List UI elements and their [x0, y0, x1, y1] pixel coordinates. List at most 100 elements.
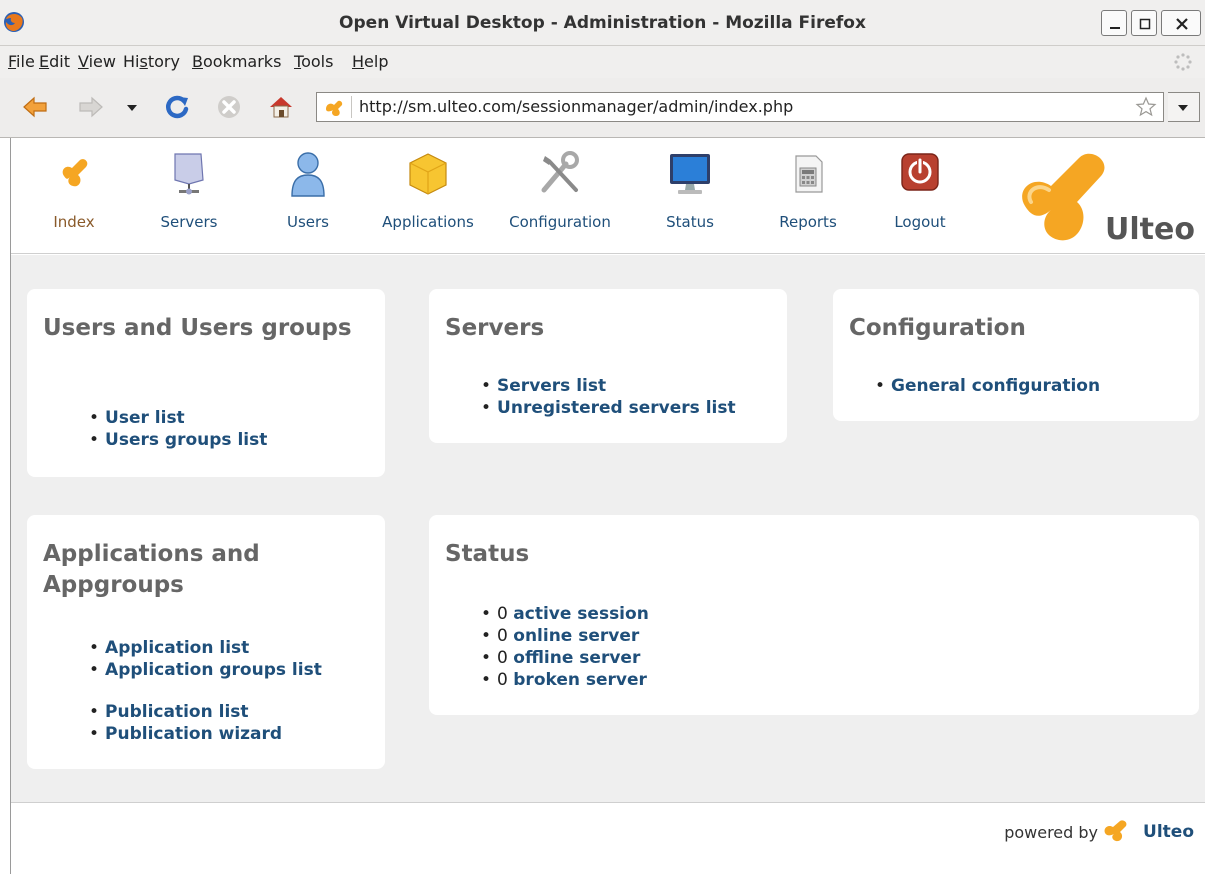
menu-file[interactable]: File [8, 52, 35, 71]
forward-button[interactable] [76, 92, 106, 122]
publication-wizard-link[interactable]: Publication wizard [105, 724, 282, 744]
list-item: • Application groups list [89, 660, 322, 680]
users-icon [291, 152, 325, 197]
list-item: • Unregistered servers list [481, 398, 736, 418]
nav-configuration-label: Configuration [509, 213, 611, 231]
servers-list-link[interactable]: Servers list [497, 376, 606, 396]
list-item: • Application list [89, 638, 250, 658]
card-status-list: • 0 active session • 0 online server • 0 of… [481, 603, 649, 691]
reload-button[interactable] [162, 92, 192, 122]
servers-icon [174, 153, 204, 195]
admin-top-navigation: Index Servers Users Applications Configu… [11, 138, 1205, 254]
nav-index-label: Index [53, 213, 95, 231]
user-list-link[interactable]: User list [105, 408, 185, 428]
nav-applications-label: Applications [382, 213, 474, 231]
maximize-button[interactable] [1131, 10, 1157, 36]
active-session-link[interactable]: active session [513, 604, 649, 624]
applications-icon [409, 153, 447, 195]
publication-list-link[interactable]: Publication list [105, 702, 249, 722]
status-count: 0 [497, 670, 508, 690]
card-applications: Applications and Appgroups • Application … [27, 515, 385, 769]
card-status-title: Status [445, 541, 530, 567]
card-applications-title: Applications and Appgroups [43, 541, 260, 598]
nav-reports[interactable]: Reports [765, 144, 851, 244]
address-divider [351, 96, 352, 118]
online-server-link[interactable]: online server [513, 626, 639, 646]
nav-status[interactable]: Status [647, 144, 733, 244]
history-dropdown-button[interactable] [122, 92, 142, 122]
status-count: 0 [497, 648, 508, 668]
window-title: Open Virtual Desktop - Administration - … [339, 13, 866, 33]
list-item: • Publication wizard [89, 724, 283, 744]
nav-status-label: Status [666, 213, 714, 231]
status-monitor-icon [670, 154, 710, 194]
application-groups-list-link[interactable]: Application groups list [105, 660, 322, 680]
ulteo-brand-text: Ulteo [1105, 212, 1195, 247]
navigation-toolbar: http://sm.ulteo.com/sessionmanager/admin… [0, 78, 1205, 138]
nav-index[interactable]: Index [31, 144, 117, 244]
close-icon [1176, 18, 1188, 30]
list-item: • 0 broken server [481, 670, 647, 690]
nav-users[interactable]: Users [265, 144, 351, 244]
throbber-icon [1174, 53, 1192, 71]
address-bar[interactable]: http://sm.ulteo.com/sessionmanager/admin… [316, 92, 1164, 122]
list-item: • 0 active session [481, 604, 649, 624]
list-item: • User list [89, 408, 185, 428]
menu-bookmarks[interactable]: Bookmarks [192, 52, 281, 71]
card-users-links: • User list • Users groups list [89, 407, 267, 451]
url-text[interactable]: http://sm.ulteo.com/sessionmanager/admin… [359, 97, 793, 116]
list-item: • Servers list [481, 376, 607, 396]
card-status: Status • 0 active session • 0 online serve… [429, 515, 1199, 715]
card-users-title: Users and Users groups [43, 315, 352, 341]
menu-help[interactable]: Help [352, 52, 388, 71]
menu-view[interactable]: View [78, 52, 116, 71]
maximize-icon [1139, 18, 1151, 30]
list-item: • Publication list [89, 702, 249, 722]
nav-servers[interactable]: Servers [146, 144, 232, 244]
nav-configuration[interactable]: Configuration [501, 144, 619, 244]
menu-bar: File Edit View History Bookmarks Tools H… [0, 46, 1205, 78]
menu-history[interactable]: History [123, 52, 180, 71]
card-applications-links: • Application list • Application groups li… [89, 637, 322, 681]
card-configuration-links: • General configuration [875, 375, 1100, 397]
minimize-button[interactable] [1101, 10, 1127, 36]
broken-server-link[interactable]: broken server [513, 670, 647, 690]
ulteo-favicon-icon [326, 100, 343, 116]
card-servers: Servers • Servers list • Unregistered serv… [429, 289, 787, 443]
nav-reports-label: Reports [779, 213, 837, 231]
ulteo-mini-logo-icon[interactable] [1102, 818, 1132, 844]
list-item: • 0 online server [481, 626, 640, 646]
status-count: 0 [497, 604, 508, 624]
nav-logout[interactable]: Logout [877, 144, 963, 244]
card-users: Users and Users groups • User list • Users… [27, 289, 385, 477]
address-dropdown-button[interactable] [1168, 92, 1200, 122]
nav-logout-label: Logout [894, 213, 946, 231]
configuration-icon [541, 151, 579, 193]
close-button[interactable] [1161, 10, 1201, 36]
nav-servers-label: Servers [160, 213, 218, 231]
application-list-link[interactable]: Application list [105, 638, 249, 658]
menu-tools[interactable]: Tools [294, 52, 333, 71]
ulteo-footer-link[interactable]: Ulteo [1143, 822, 1194, 842]
general-configuration-link[interactable]: General configuration [891, 376, 1100, 396]
card-configuration-title: Configuration [849, 315, 1026, 341]
ulteo-index-icon [62, 159, 88, 187]
status-count: 0 [497, 626, 508, 646]
list-item: • Users groups list [89, 430, 268, 450]
list-item: • 0 offline server [481, 648, 641, 668]
back-button[interactable] [20, 92, 50, 122]
card-servers-title: Servers [445, 315, 545, 341]
menu-edit[interactable]: Edit [39, 52, 70, 71]
stop-button[interactable] [214, 92, 244, 122]
card-configuration: Configuration • General configuration [833, 289, 1199, 421]
nav-applications[interactable]: Applications [373, 144, 483, 244]
reports-icon [795, 155, 823, 193]
card-publication-links: • Publication list • Publication wizard [89, 701, 282, 745]
users-groups-list-link[interactable]: Users groups list [105, 430, 267, 450]
offline-server-link[interactable]: offline server [513, 648, 640, 668]
nav-users-label: Users [286, 213, 329, 231]
bookmark-star-icon[interactable] [1135, 96, 1157, 118]
home-button[interactable] [266, 92, 296, 122]
powered-by-text: powered by [1004, 823, 1098, 842]
unregistered-servers-list-link[interactable]: Unregistered servers list [497, 398, 736, 418]
